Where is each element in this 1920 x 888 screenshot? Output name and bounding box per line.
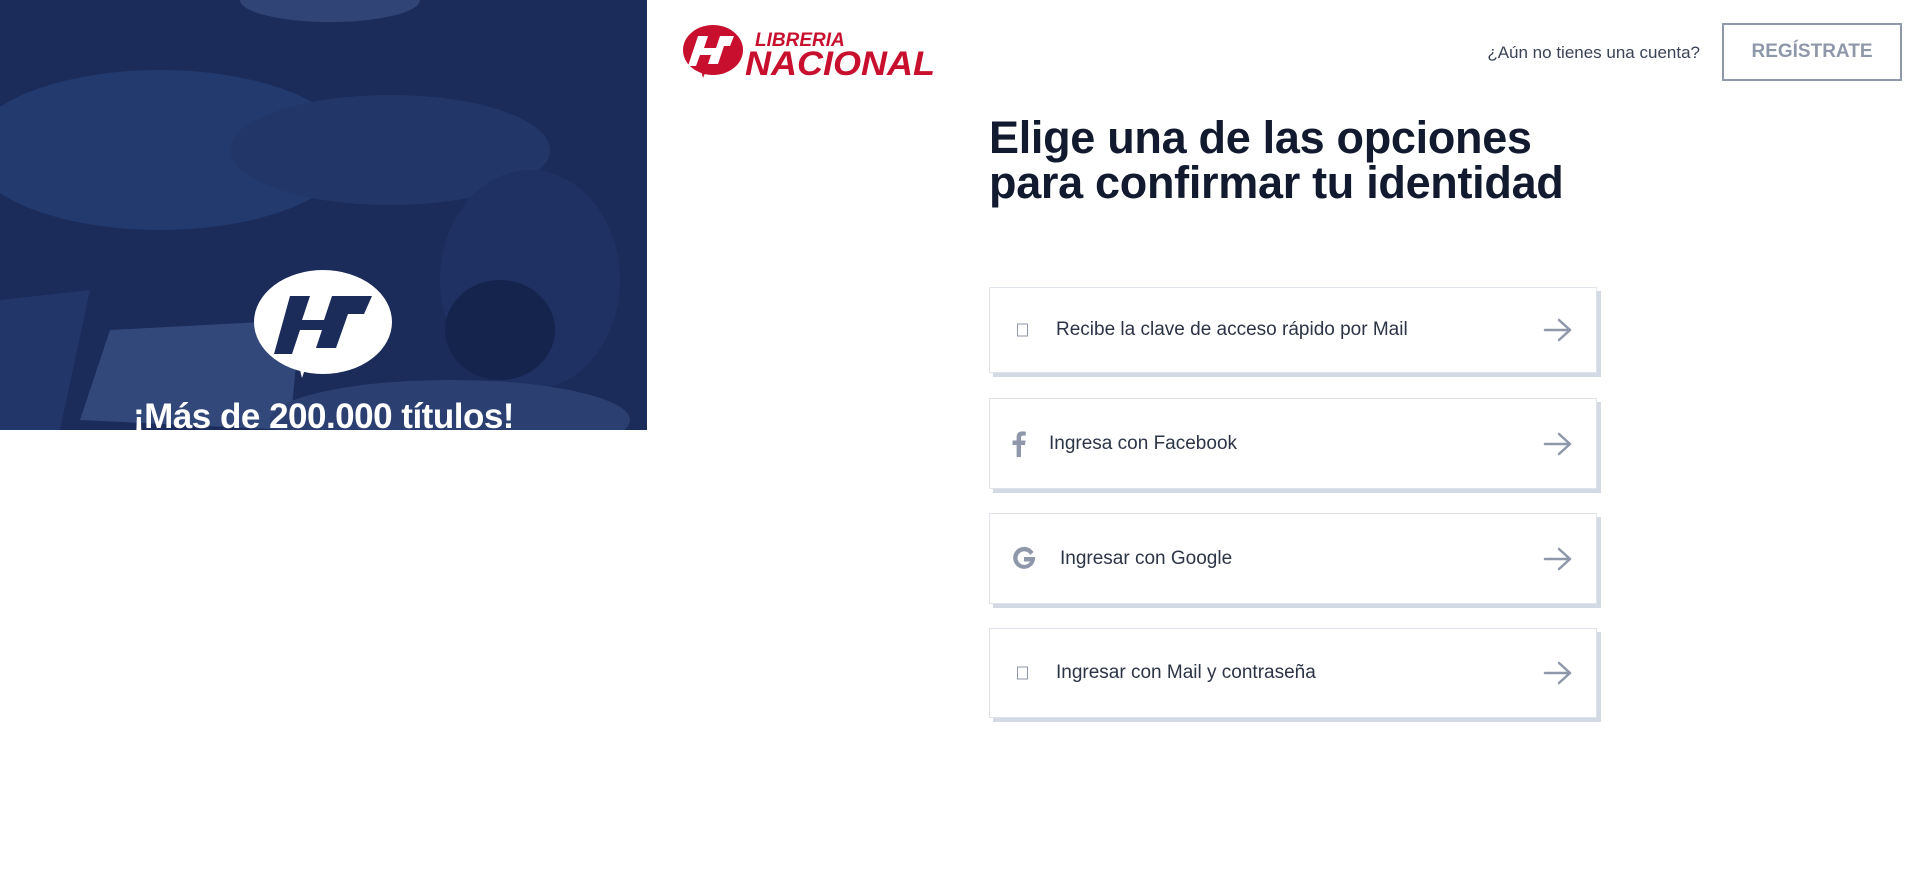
- option-mail-password-login[interactable]: Ingresar con Mail y contraseña: [989, 628, 1597, 718]
- option-label: Recibe la clave de acceso rápido por Mai…: [1056, 319, 1408, 340]
- option-label: Ingresa con Facebook: [1049, 432, 1238, 454]
- option-quick-access-mail[interactable]: Recibe la clave de acceso rápido por Mai…: [989, 287, 1597, 373]
- brand-line2: NACIONAL: [745, 45, 935, 80]
- promo-tagline: ¡Más de 200.000 títulos!: [133, 397, 514, 430]
- page-title: Elige una de las opciones para confirmar…: [989, 112, 1564, 208]
- login-page: ¡Más de 200.000 títulos! LIBRERIA NACION…: [0, 0, 1920, 888]
- option-label: Ingresar con Mail y contraseña: [1056, 662, 1316, 683]
- google-icon: [1013, 546, 1035, 569]
- promo-panel: ¡Más de 200.000 títulos!: [0, 0, 647, 430]
- signup-question: ¿Aún no tienes una cuenta?: [1487, 43, 1700, 62]
- arrow-right-icon: [1543, 318, 1572, 342]
- mail-icon: [1017, 323, 1028, 337]
- option-google-login[interactable]: Ingresar con Google: [989, 513, 1597, 604]
- promo-logo-icon: [254, 270, 392, 378]
- arrow-right-icon: [1543, 432, 1572, 455]
- signup-button[interactable]: REGÍSTRATE: [1722, 23, 1902, 81]
- brand-logo[interactable]: LIBRERIA NACIONAL: [682, 24, 938, 80]
- option-facebook-login[interactable]: Ingresa con Facebook: [989, 398, 1597, 489]
- option-label: Ingresar con Google: [1060, 547, 1233, 569]
- facebook-icon: [1012, 430, 1026, 457]
- lock-icon: [1017, 666, 1028, 680]
- arrow-right-icon: [1543, 547, 1572, 570]
- arrow-right-icon: [1543, 661, 1572, 685]
